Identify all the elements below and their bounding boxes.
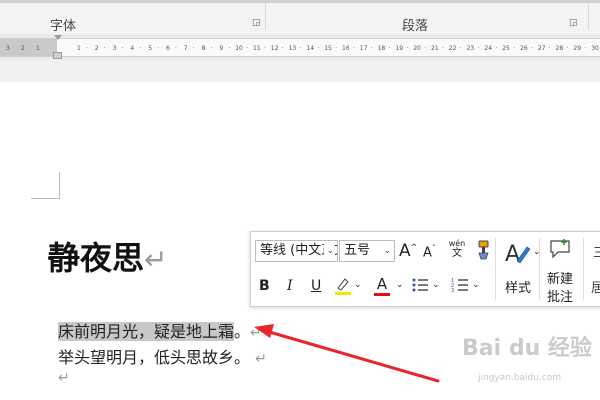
watermark-url: jingyan.baidu.com xyxy=(478,373,562,383)
watermark-brand: Bai du 经验 xyxy=(462,336,592,361)
